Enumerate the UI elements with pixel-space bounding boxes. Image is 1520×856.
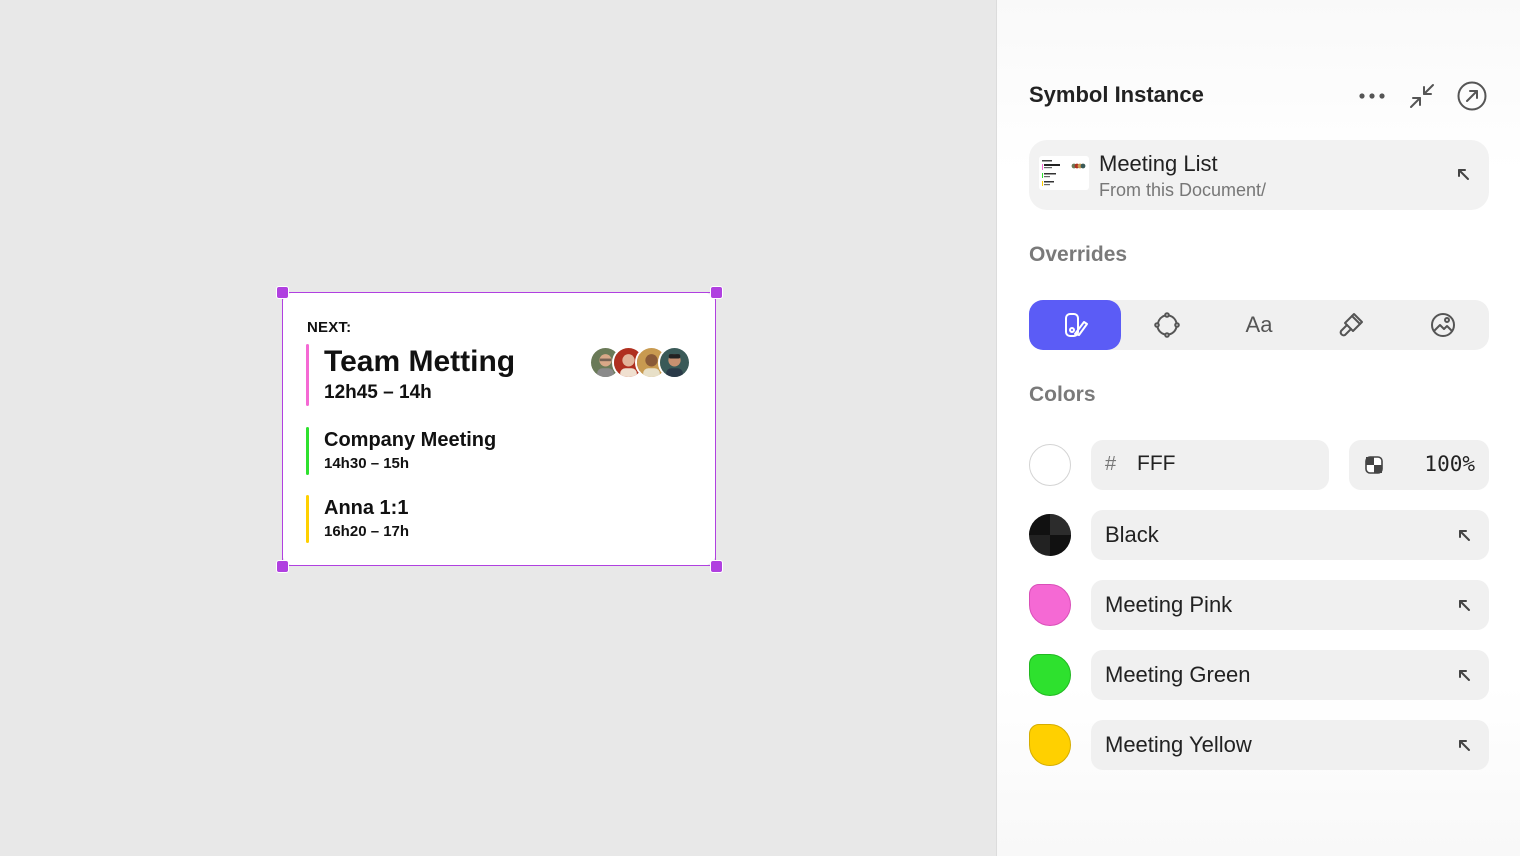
meeting-item-team: Team Metting 12h45 – 14h bbox=[306, 344, 515, 406]
tab-image-overrides[interactable] bbox=[1397, 300, 1489, 350]
color-name: Black bbox=[1105, 522, 1159, 547]
resize-handle-bottom-left[interactable] bbox=[276, 560, 289, 573]
color-swatch-green[interactable] bbox=[1029, 654, 1071, 696]
go-to-color-icon[interactable] bbox=[1457, 738, 1471, 752]
color-ref-meeting-yellow[interactable]: Meeting Yellow bbox=[1091, 720, 1489, 770]
symbol-source-card[interactable]: Meeting List From this Document/ bbox=[1029, 140, 1489, 210]
open-external-icon bbox=[1457, 81, 1487, 111]
go-to-color-icon[interactable] bbox=[1457, 528, 1471, 542]
go-to-source-icon[interactable] bbox=[1455, 166, 1471, 182]
tab-fill-overrides[interactable] bbox=[1029, 300, 1121, 350]
hex-value: FFF bbox=[1137, 452, 1176, 475]
image-override-icon bbox=[1431, 313, 1455, 337]
color-swatch-white[interactable] bbox=[1029, 444, 1071, 486]
collapse-button[interactable] bbox=[1404, 78, 1440, 114]
colors-section-title: Colors bbox=[1029, 383, 1096, 406]
symbol-name: Meeting List bbox=[1099, 151, 1218, 176]
meeting-time: 16h20 – 17h bbox=[324, 523, 410, 540]
symbol-thumbnail bbox=[1039, 156, 1089, 190]
meeting-time: 14h30 – 15h bbox=[324, 455, 410, 472]
symbol-source: From this Document/ bbox=[1099, 180, 1267, 200]
color-name: Meeting Yellow bbox=[1105, 732, 1252, 757]
opacity-value: 100% bbox=[1424, 452, 1475, 476]
resize-handle-top-left[interactable] bbox=[276, 286, 289, 299]
meeting-item-company: Company Meeting 14h30 – 15h bbox=[306, 427, 496, 475]
opacity-field[interactable]: 100% bbox=[1349, 440, 1489, 490]
meeting-title: Team Metting bbox=[324, 345, 516, 378]
color-name: Meeting Green bbox=[1105, 662, 1251, 687]
resize-handle-top-right[interactable] bbox=[710, 286, 723, 299]
color-name: Meeting Pink bbox=[1105, 592, 1233, 617]
color-ref-black[interactable]: Black bbox=[1091, 510, 1489, 560]
fill-brush-icon bbox=[1065, 313, 1088, 337]
color-swatch-yellow[interactable] bbox=[1029, 724, 1071, 766]
meeting-item-anna: Anna 1:1 16h20 – 17h bbox=[306, 495, 409, 543]
color-ref-meeting-green[interactable]: Meeting Green bbox=[1091, 650, 1489, 700]
color-ref-meeting-pink[interactable]: Meeting Pink bbox=[1091, 580, 1489, 630]
tab-style-overrides[interactable] bbox=[1305, 300, 1397, 350]
color-swatch-black[interactable] bbox=[1029, 514, 1071, 556]
meeting-title: Company Meeting bbox=[324, 429, 497, 451]
opacity-icon bbox=[1365, 456, 1383, 474]
go-to-color-icon[interactable] bbox=[1457, 668, 1471, 682]
resize-handle-bottom-right[interactable] bbox=[710, 560, 723, 573]
inspector-title: Symbol Instance bbox=[1029, 82, 1204, 107]
avatar bbox=[658, 346, 691, 379]
inspector-panel: Symbol Instance Meeting List From this D… bbox=[996, 0, 1520, 856]
color-swatch-pink[interactable] bbox=[1029, 584, 1071, 626]
meeting-color-bar-green bbox=[306, 427, 309, 475]
hex-color-field[interactable]: # FFF bbox=[1091, 440, 1329, 490]
hash-label: # bbox=[1105, 453, 1117, 475]
canvas[interactable]: NEXT: Team Metting 12h45 – 14h Company M… bbox=[0, 0, 996, 856]
more-button[interactable] bbox=[1354, 78, 1390, 114]
tab-text-overrides[interactable]: Aa bbox=[1213, 300, 1305, 350]
text-style-icon: Aa bbox=[1245, 312, 1273, 337]
collapse-icon bbox=[1410, 84, 1434, 108]
paint-brush-icon bbox=[1339, 313, 1363, 337]
tab-symbol-overrides[interactable] bbox=[1121, 300, 1213, 350]
more-icon bbox=[1359, 93, 1385, 99]
meeting-title: Anna 1:1 bbox=[324, 497, 409, 519]
overrides-section-title: Overrides bbox=[1029, 243, 1128, 266]
symbol-swap-icon bbox=[1154, 312, 1180, 338]
go-to-color-icon[interactable] bbox=[1457, 598, 1471, 612]
meeting-time: 12h45 – 14h bbox=[324, 382, 432, 403]
meeting-color-bar-pink bbox=[306, 344, 309, 406]
meeting-color-bar-yellow bbox=[306, 495, 309, 543]
open-symbol-button[interactable] bbox=[1454, 78, 1490, 114]
meeting-list-symbol-instance[interactable]: NEXT: Team Metting 12h45 – 14h Company M… bbox=[282, 292, 716, 566]
next-label: NEXT: bbox=[307, 319, 352, 336]
override-tabs: Aa bbox=[1029, 300, 1489, 350]
